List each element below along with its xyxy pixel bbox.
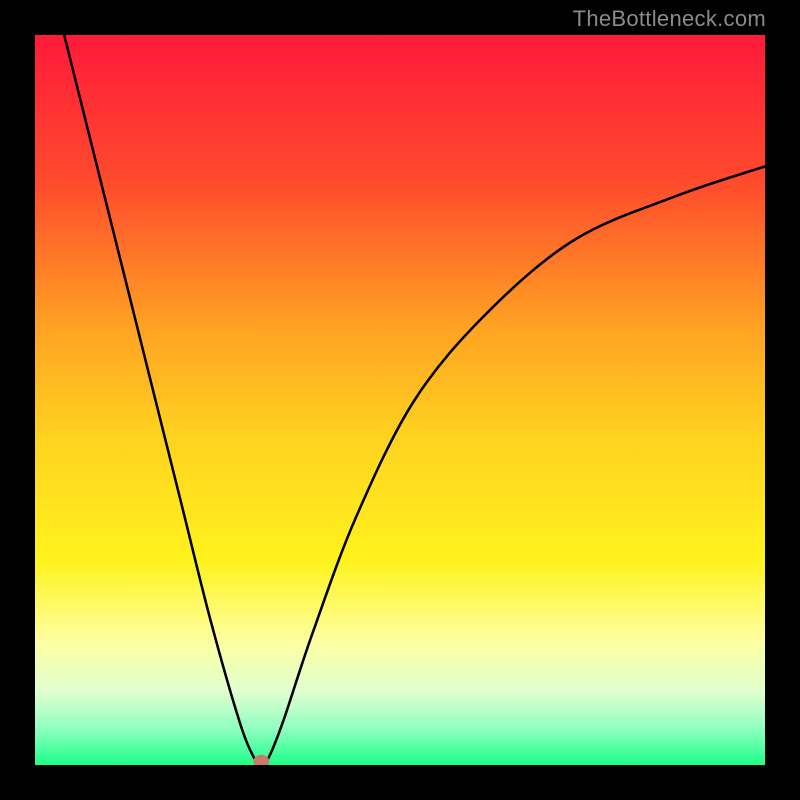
bottleneck-chart [35,35,765,765]
plot-area [35,35,765,765]
watermark-text: TheBottleneck.com [573,6,766,32]
gradient-background [35,35,765,765]
chart-frame: TheBottleneck.com [0,0,800,800]
